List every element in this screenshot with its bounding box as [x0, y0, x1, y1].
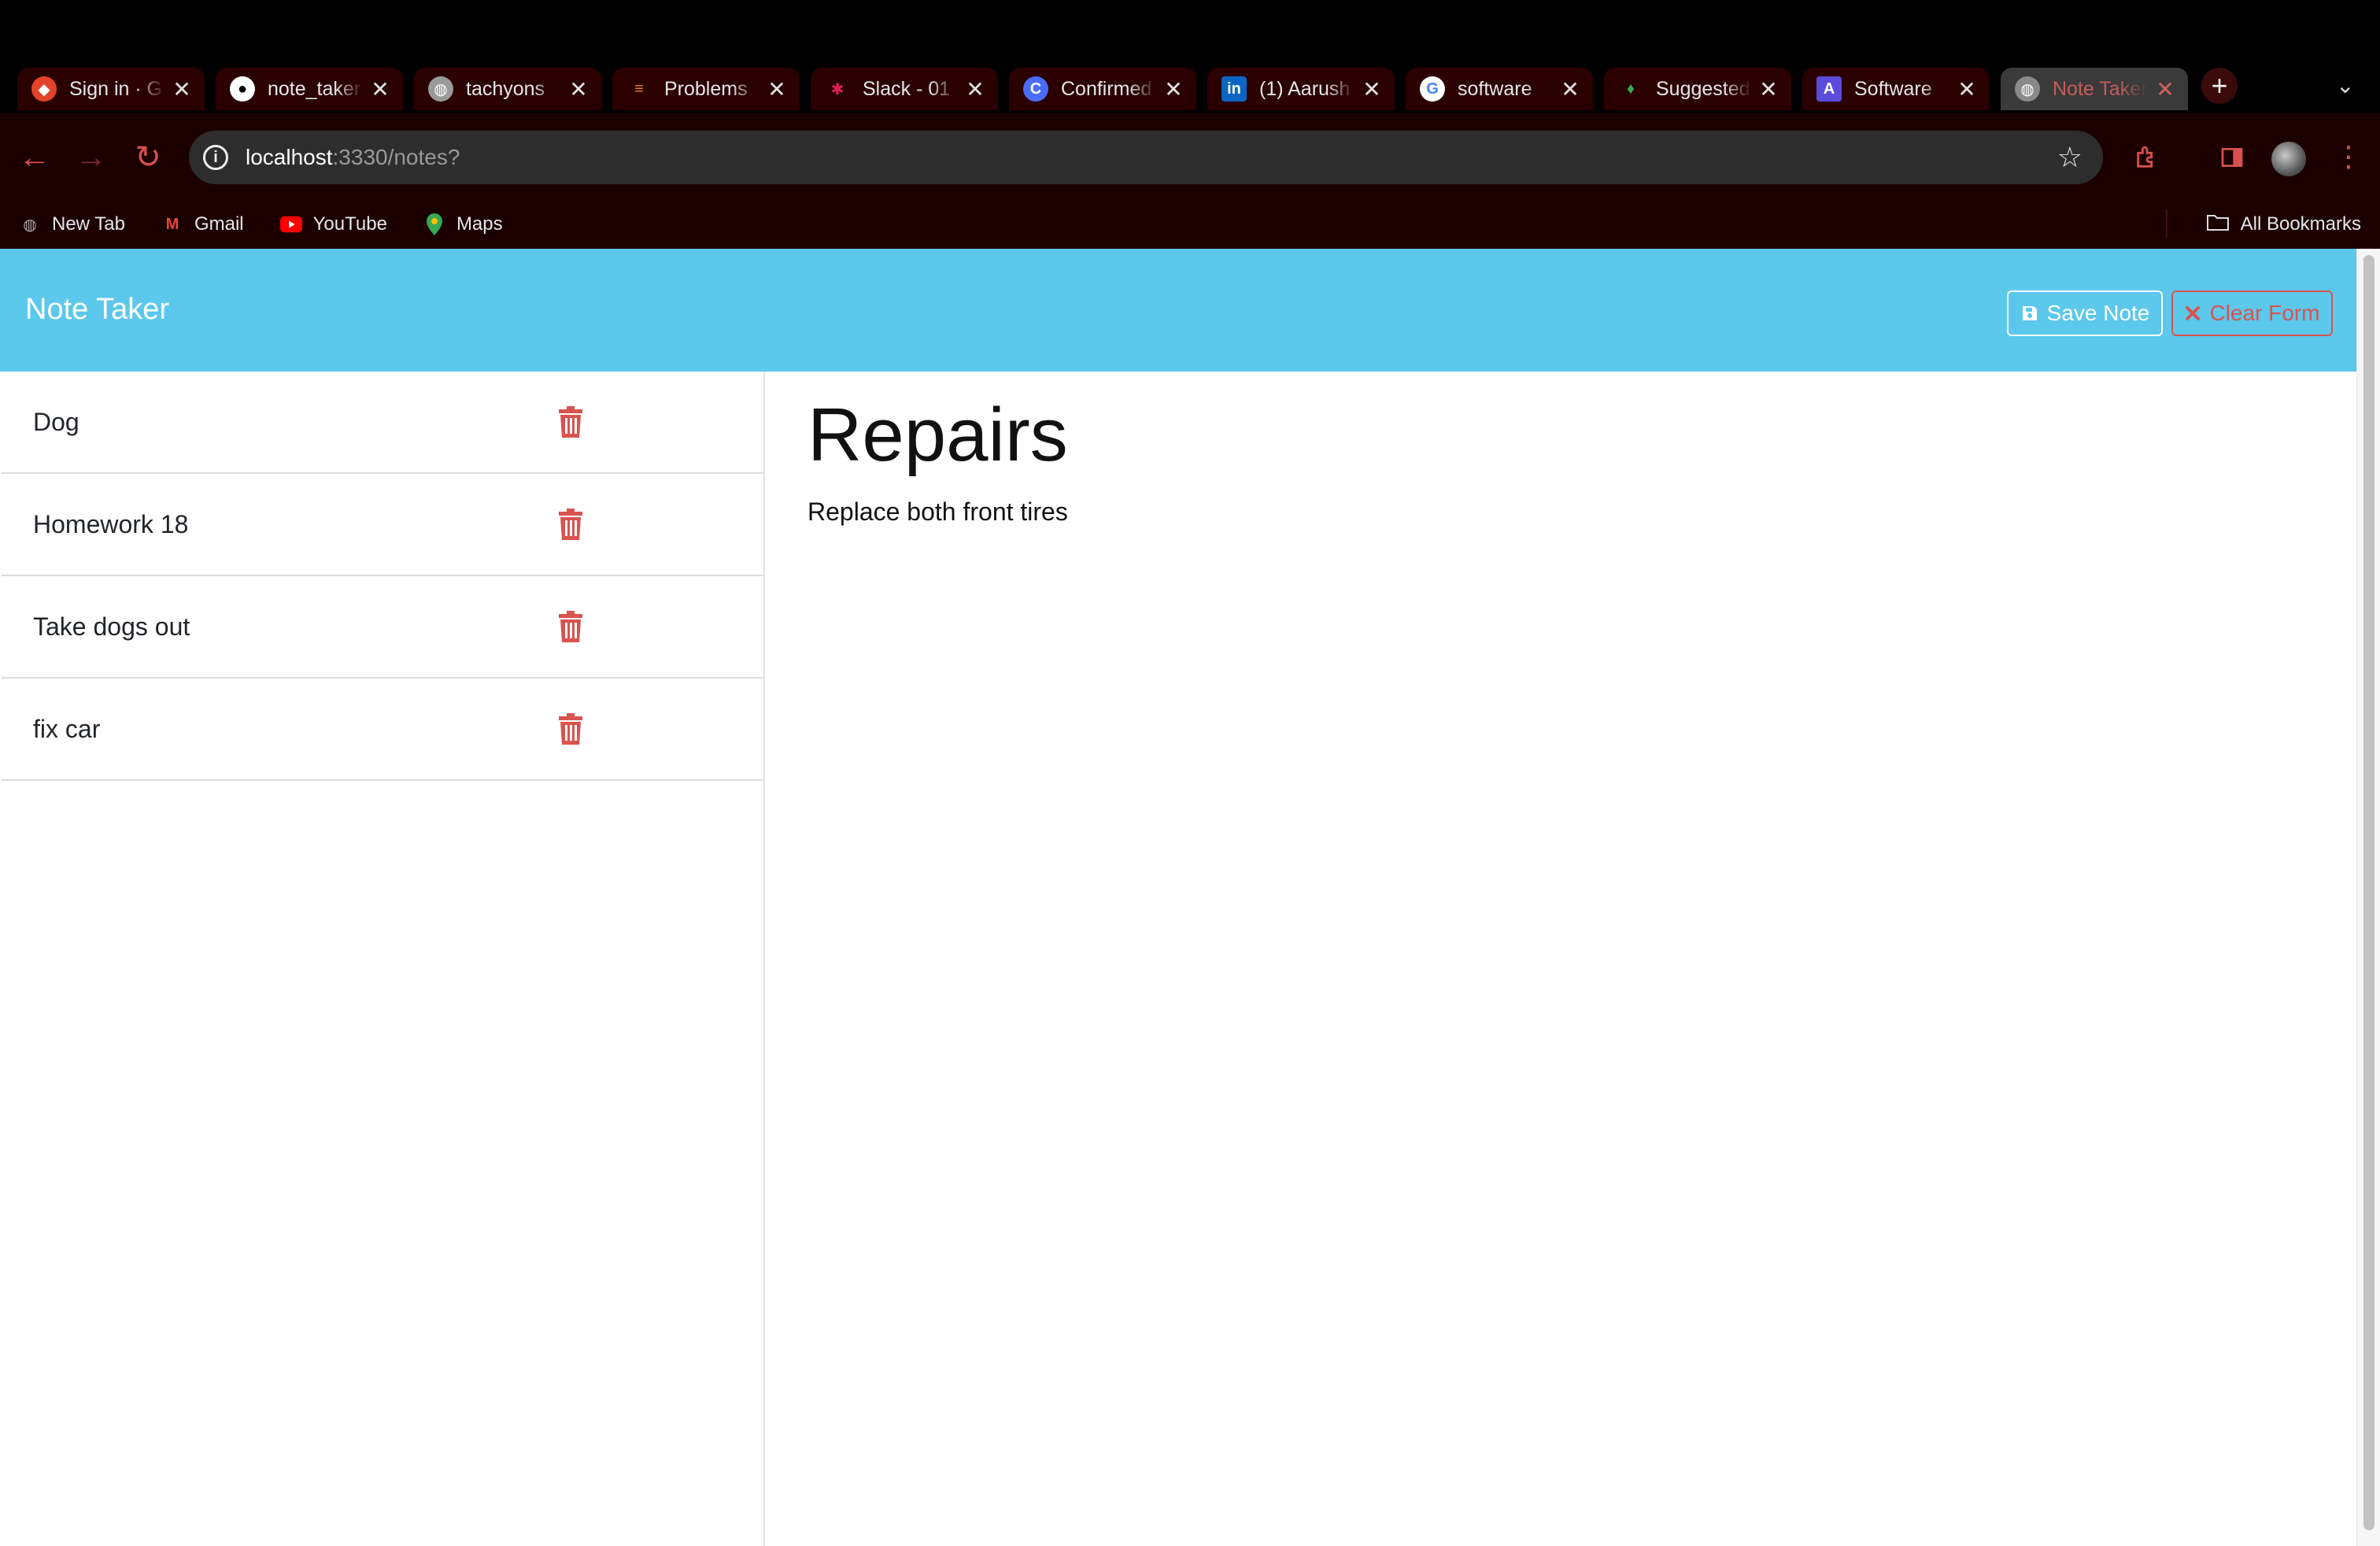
- note-title[interactable]: fix car: [33, 715, 100, 744]
- floppy-disk-icon: [2022, 306, 2037, 320]
- globe-icon: ◍: [428, 76, 453, 102]
- tab-9[interactable]: A Software ✕: [1802, 68, 1990, 110]
- bookmarks-separator: [2166, 209, 2168, 238]
- app-navbar: Note Taker Save Note Clear Form: [0, 249, 2356, 372]
- bookmark-maps[interactable]: Maps: [423, 213, 503, 235]
- trash-icon[interactable]: [557, 713, 584, 745]
- app-brand[interactable]: Note Taker: [25, 293, 169, 327]
- maps-icon: [423, 213, 445, 235]
- bookmark-gmail[interactable]: M Gmail: [161, 213, 244, 235]
- tab-title: software: [1458, 77, 1532, 100]
- menu-kebab-icon[interactable]: ⋮: [2334, 140, 2363, 173]
- list-item[interactable]: Take dogs out: [2, 576, 763, 679]
- tab-0[interactable]: ◆ Sign in · G ✕: [17, 68, 205, 110]
- tab-search-chevron-icon[interactable]: ⌄: [2336, 72, 2354, 98]
- tab-1[interactable]: ● note_taker ✕: [216, 68, 403, 110]
- bookmark-youtube[interactable]: YouTube: [279, 213, 387, 235]
- save-note-button[interactable]: Save Note: [2007, 290, 2163, 336]
- tab-title: Slack - 01: [863, 77, 951, 100]
- slack-icon: ✱: [830, 80, 844, 98]
- close-icon[interactable]: ✕: [1163, 76, 1184, 102]
- tab-title: Sign in · G: [69, 77, 163, 100]
- close-icon[interactable]: ✕: [1758, 76, 1779, 102]
- tab-title: Note Taker: [2053, 77, 2148, 100]
- globe-icon: ◍: [23, 216, 37, 234]
- tab-title: tachyons: [466, 77, 545, 100]
- close-icon[interactable]: ✕: [172, 76, 192, 102]
- note-title[interactable]: Take dogs out: [33, 612, 190, 642]
- trash-icon[interactable]: [557, 509, 584, 540]
- site-info-icon[interactable]: i: [203, 145, 228, 170]
- tab-title: Problems: [664, 77, 748, 100]
- all-bookmarks-button[interactable]: All Bookmarks: [2206, 200, 2361, 249]
- note-title[interactable]: Homework 18: [33, 510, 188, 539]
- tab-10-active[interactable]: ◍ Note Taker ✕: [2001, 68, 2188, 110]
- bookmark-star-icon[interactable]: ☆: [2057, 141, 2082, 174]
- clear-form-button[interactable]: Clear Form: [2171, 290, 2333, 336]
- extensions-icon[interactable]: [2130, 140, 2164, 175]
- trash-icon[interactable]: [557, 406, 584, 438]
- scrollbar-thumb[interactable]: [2363, 255, 2374, 1530]
- close-icon[interactable]: ✕: [1957, 76, 1977, 102]
- app-page: Note Taker Save Note Clear Form Dog Home…: [0, 249, 2356, 1546]
- close-icon[interactable]: ✕: [370, 76, 390, 102]
- notes-sidebar: Dog Homework 18 Take dogs out fix car: [2, 372, 765, 1546]
- tab-5[interactable]: C Confirmed ✕: [1009, 68, 1196, 110]
- note-text-area[interactable]: Replace both front tires: [808, 497, 1068, 527]
- url-text[interactable]: localhost:3330/notes?: [246, 145, 460, 170]
- side-panel-icon[interactable]: [2215, 140, 2249, 175]
- x-mark-icon: [2186, 306, 2201, 320]
- tab-title: (1) Aarush: [1259, 77, 1351, 100]
- note-title-input[interactable]: Repairs: [808, 392, 1068, 479]
- new-tab-button[interactable]: +: [2201, 68, 2238, 104]
- tab-title: Confirmed: [1061, 77, 1152, 100]
- page-scrollbar[interactable]: [2356, 249, 2380, 1546]
- confirm-icon: C: [1023, 76, 1048, 102]
- tab-title: Software: [1854, 77, 1932, 100]
- a-logo-icon: A: [1816, 76, 1842, 102]
- window-top-bar: [0, 0, 2380, 65]
- tab-4[interactable]: ✱ Slack - 01 ✕: [811, 68, 998, 110]
- close-icon[interactable]: ✕: [2155, 76, 2175, 102]
- list-item[interactable]: fix car: [2, 679, 763, 781]
- note-title[interactable]: Dog: [33, 408, 79, 437]
- close-icon[interactable]: ✕: [568, 76, 589, 102]
- close-icon[interactable]: ✕: [1362, 76, 1382, 102]
- tab-7[interactable]: G software ✕: [1406, 68, 1593, 110]
- github-icon: ●: [230, 76, 255, 102]
- gmail-icon: M: [165, 215, 179, 233]
- forward-icon[interactable]: →: [74, 140, 109, 175]
- bookmarks-bar: ◍ New Tab M Gmail YouTube Maps: [0, 200, 2380, 249]
- linkedin-icon: in: [1221, 76, 1247, 102]
- tab-8[interactable]: ♦ Suggested ✕: [1604, 68, 1791, 110]
- microphone-icon: ♦: [1626, 80, 1635, 98]
- list-item[interactable]: Dog: [2, 372, 763, 474]
- tab-3[interactable]: ≡ Problems ✕: [612, 68, 800, 110]
- google-icon: G: [1420, 76, 1445, 102]
- close-icon[interactable]: ✕: [965, 76, 985, 102]
- back-icon[interactable]: ←: [17, 140, 52, 175]
- close-icon[interactable]: ✕: [767, 76, 787, 102]
- globe-icon: ◍: [2015, 76, 2040, 102]
- youtube-icon: [279, 213, 302, 235]
- gitlab-icon: ◆: [31, 76, 57, 102]
- trash-icon[interactable]: [557, 611, 584, 642]
- tab-title: Suggested: [1656, 77, 1750, 100]
- profile-avatar[interactable]: [2271, 142, 2306, 176]
- stackoverflow-icon: ≡: [634, 80, 644, 98]
- bookmark-new-tab[interactable]: ◍ New Tab: [19, 213, 125, 235]
- tab-2[interactable]: ◍ tachyons ✕: [414, 68, 601, 110]
- folder-icon: [2206, 213, 2230, 237]
- close-icon[interactable]: ✕: [1560, 76, 1580, 102]
- tab-title: note_taker: [268, 77, 361, 100]
- tab-6[interactable]: in (1) Aarush ✕: [1207, 68, 1395, 110]
- reload-icon[interactable]: ↻: [131, 140, 165, 175]
- address-bar[interactable]: i localhost:3330/notes? ☆: [189, 131, 2103, 184]
- list-item[interactable]: Homework 18: [2, 474, 763, 576]
